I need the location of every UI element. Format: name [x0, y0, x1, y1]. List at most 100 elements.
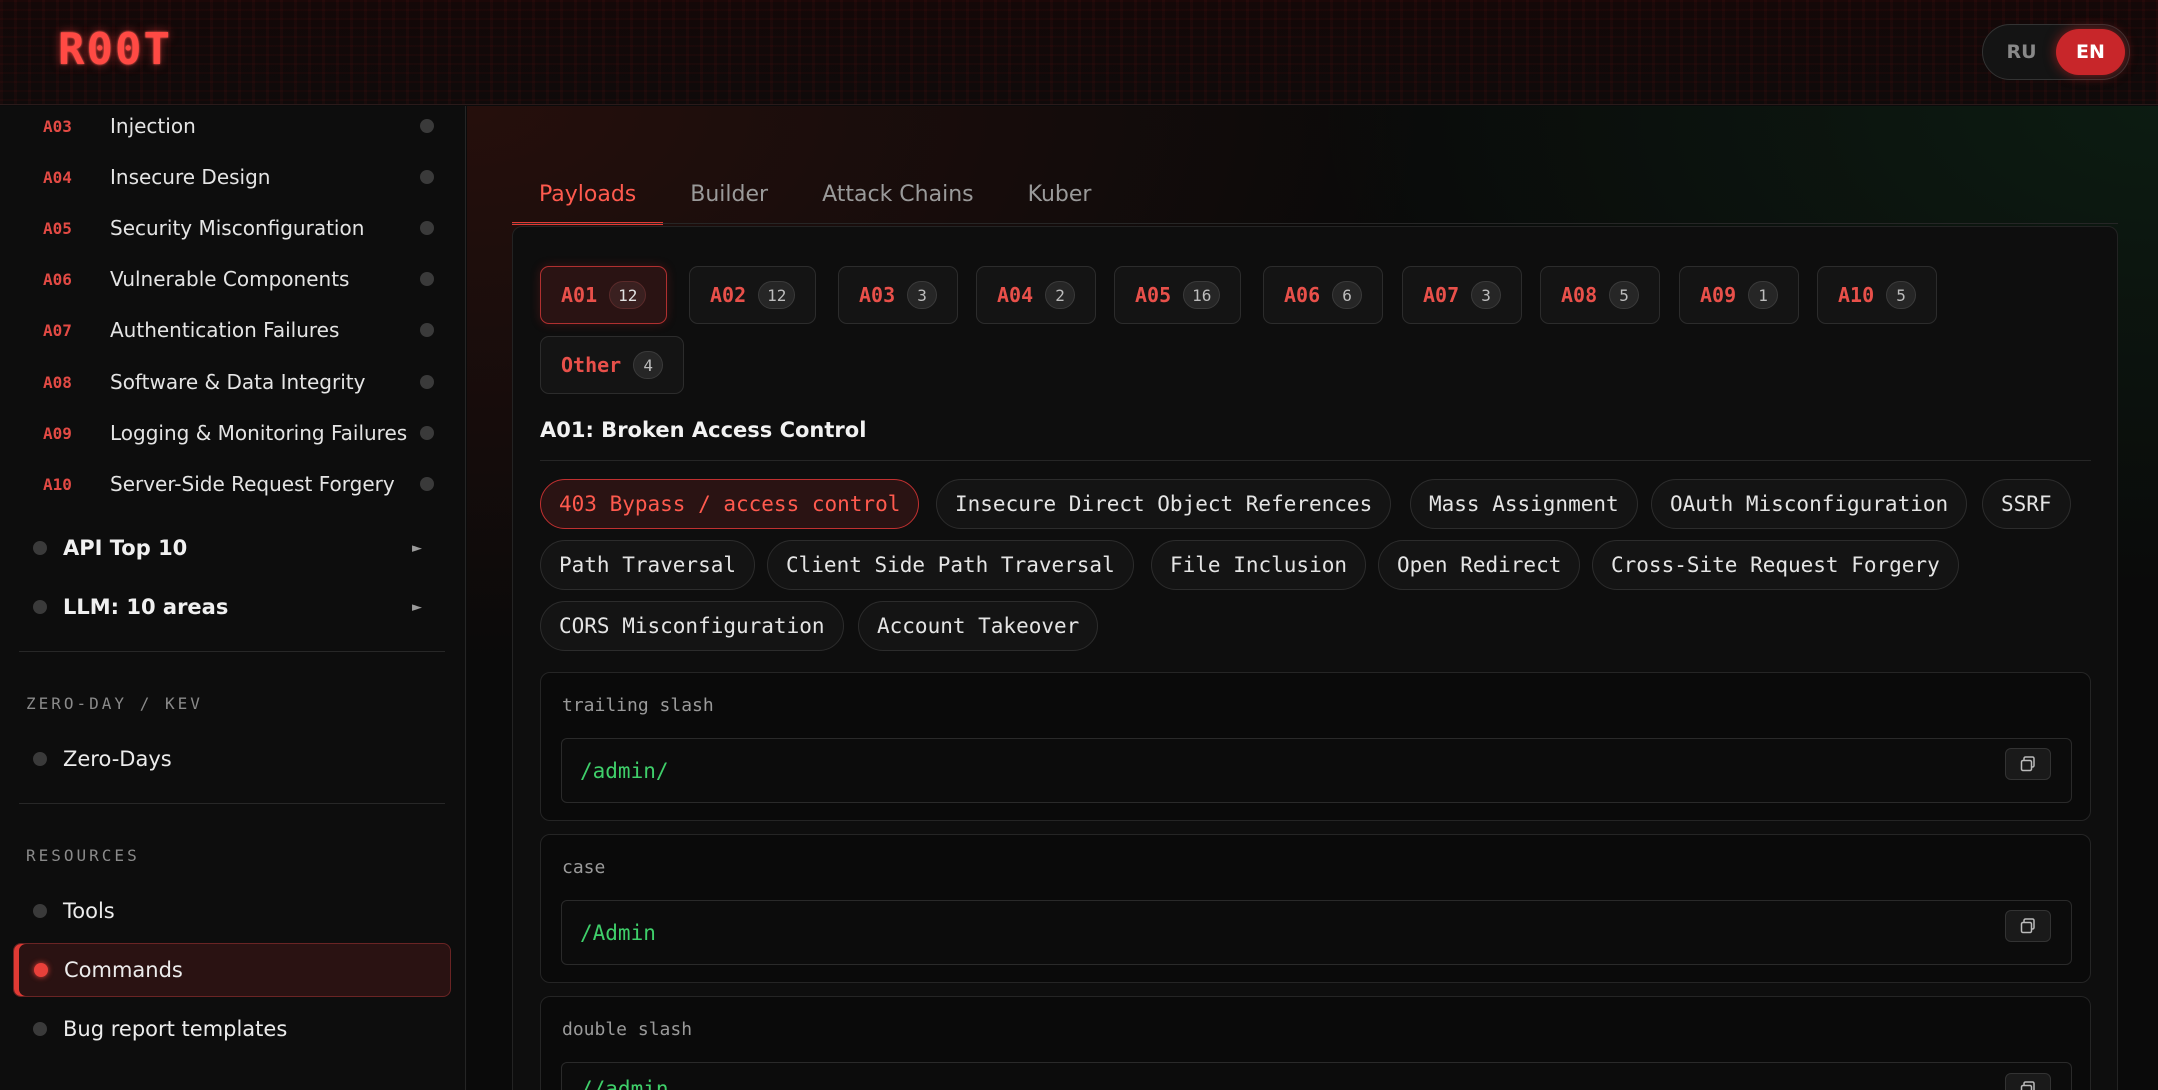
technique-chip-account-takeover[interactable]: Account Takeover	[858, 601, 1099, 651]
sidebar-group-llm[interactable]: LLM: 10 areas ►	[0, 580, 466, 634]
copy-icon	[2020, 918, 2035, 934]
payload-title: case	[562, 857, 606, 878]
payload-title: double slash	[562, 1019, 693, 1040]
category-chip-a06[interactable]: A06 6	[1263, 266, 1384, 324]
tab-kuber[interactable]: Kuber	[1001, 165, 1119, 223]
copy-icon	[2020, 1081, 2035, 1090]
status-dot	[420, 477, 434, 491]
sidebar-group-api-top-10[interactable]: API Top 10 ►	[0, 521, 466, 575]
technique-chip-path-traversal[interactable]: Path Traversal	[540, 540, 756, 590]
category-code: A06	[1284, 283, 1321, 307]
owasp-code: A10	[43, 474, 72, 494]
owasp-label: Software & Data Integrity	[110, 370, 366, 394]
sidebar-item-a08[interactable]: A08 Software & Data Integrity	[0, 357, 466, 407]
technique-chip-ssrf[interactable]: SSRF	[1982, 479, 2071, 529]
lang-ru-button[interactable]: RU	[1987, 29, 2056, 75]
sidebar-item-a09[interactable]: A09 Logging & Monitoring Failures	[0, 408, 466, 458]
category-chip-a04[interactable]: A04 2	[976, 266, 1097, 324]
logo[interactable]: R00T	[58, 24, 172, 75]
status-dot	[33, 1022, 47, 1036]
copy-button[interactable]	[2005, 748, 2051, 780]
category-code: A09	[1700, 283, 1737, 307]
tab-payloads[interactable]: Payloads	[512, 165, 664, 225]
category-chip-other[interactable]: Other 4	[540, 336, 685, 394]
technique-chip-mass-assignment[interactable]: Mass Assignment	[1410, 479, 1638, 529]
category-chip-a02[interactable]: A02 12	[689, 266, 817, 324]
expand-arrow-icon: ►	[412, 540, 422, 556]
status-dot	[420, 426, 434, 440]
category-count-badge: 12	[609, 281, 647, 309]
section-title-resources: RESOURCES	[26, 846, 140, 865]
technique-chip-open-redirect[interactable]: Open Redirect	[1378, 540, 1581, 590]
owasp-code: A04	[43, 167, 72, 187]
category-chip-a10[interactable]: A10 5	[1817, 266, 1938, 324]
category-chip-a08[interactable]: A08 5	[1540, 266, 1661, 324]
status-dot	[420, 272, 434, 286]
technique-chip-csrf[interactable]: Cross-Site Request Forgery	[1592, 540, 1959, 590]
status-dot	[33, 600, 47, 614]
sidebar-item-a10[interactable]: A10 Server-Side Request Forgery	[0, 459, 466, 509]
copy-icon	[2020, 756, 2035, 772]
technique-chip-idor[interactable]: Insecure Direct Object References	[936, 479, 1392, 529]
status-dot	[33, 904, 47, 918]
category-chip-a09[interactable]: A09 1	[1679, 266, 1800, 324]
category-code: A08	[1561, 283, 1598, 307]
category-code: Other	[561, 353, 622, 377]
nav-label: Tools	[63, 899, 115, 923]
status-dot	[420, 119, 434, 133]
technique-chip-oauth[interactable]: OAuth Misconfiguration	[1651, 479, 1968, 529]
section-title-zero-day: ZERO-DAY / KEV	[26, 694, 203, 713]
tab-underline	[512, 223, 2118, 224]
category-chip-a03[interactable]: A03 3	[838, 266, 959, 324]
copy-button[interactable]	[2005, 1073, 2051, 1090]
technique-chip-file-inclusion[interactable]: File Inclusion	[1151, 540, 1367, 590]
category-code: A05	[1135, 283, 1172, 307]
payload-card: double slash //admin	[540, 996, 2091, 1090]
owasp-code: A06	[43, 269, 72, 289]
category-chip-a07[interactable]: A07 3	[1402, 266, 1523, 324]
tab-builder[interactable]: Builder	[663, 165, 795, 223]
payload-code-box[interactable]: /Admin	[561, 900, 2072, 965]
status-dot	[34, 963, 48, 977]
category-count-badge: 5	[1609, 281, 1640, 309]
sidebar-item-commands[interactable]: Commands	[13, 943, 451, 997]
sidebar-item-a06[interactable]: A06 Vulnerable Components	[0, 254, 466, 304]
sidebar-divider	[19, 651, 445, 652]
status-dot	[420, 221, 434, 235]
technique-chip-403-bypass[interactable]: 403 Bypass / access control	[540, 479, 920, 529]
matrix-rain-background	[0, 0, 2158, 104]
owasp-label: Vulnerable Components	[110, 267, 350, 291]
category-chip-a01[interactable]: A01 12	[540, 266, 668, 324]
payload-code-box[interactable]: //admin	[561, 1062, 2072, 1090]
nav-label: Commands	[64, 958, 183, 982]
sidebar-item-bug-report-templates[interactable]: Bug report templates	[13, 1002, 451, 1056]
section-heading: A01: Broken Access Control	[540, 418, 867, 442]
sidebar-item-a07[interactable]: A07 Authentication Failures	[0, 305, 466, 355]
payload-code: //admin	[580, 1077, 669, 1090]
category-code: A04	[997, 283, 1034, 307]
technique-chip-client-side-path-traversal[interactable]: Client Side Path Traversal	[767, 540, 1134, 590]
lang-en-button[interactable]: EN	[2056, 29, 2125, 75]
sidebar-item-a04[interactable]: A04 Insecure Design	[0, 152, 466, 202]
category-chip-a05[interactable]: A05 16	[1114, 266, 1242, 324]
language-switcher: RU EN	[1982, 24, 2130, 80]
copy-button[interactable]	[2005, 910, 2051, 942]
group-label: API Top 10	[63, 536, 188, 560]
owasp-label: Insecure Design	[110, 165, 271, 189]
category-count-badge: 4	[633, 351, 664, 379]
category-count-badge: 3	[907, 281, 938, 309]
payload-card: case /Admin	[540, 834, 2091, 983]
sidebar-item-a03[interactable]: A03 Injection	[0, 101, 466, 151]
payload-code-box[interactable]: /admin/	[561, 738, 2072, 803]
payload-code: /admin/	[580, 758, 669, 783]
sidebar-item-tools[interactable]: Tools	[13, 884, 451, 938]
technique-chip-cors[interactable]: CORS Misconfiguration	[540, 601, 844, 651]
sidebar-item-zero-days[interactable]: Zero-Days	[13, 732, 451, 786]
sidebar-item-a05[interactable]: A05 Security Misconfiguration	[0, 203, 466, 253]
category-count-badge: 2	[1045, 281, 1076, 309]
status-dot	[420, 323, 434, 337]
category-count-badge: 1	[1748, 281, 1779, 309]
owasp-code: A05	[43, 218, 72, 238]
payload-title: trailing slash	[562, 695, 714, 716]
tab-attack-chains[interactable]: Attack Chains	[795, 165, 1001, 223]
